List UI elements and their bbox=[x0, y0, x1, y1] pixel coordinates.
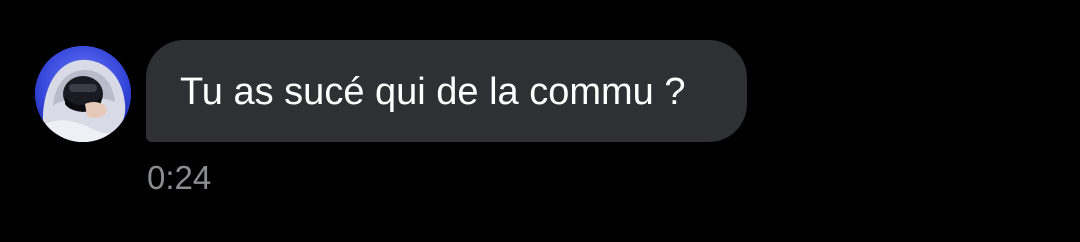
chat-message-row: Tu as sucé qui de la commu ? 0:24 bbox=[0, 0, 1080, 242]
message-bubble[interactable]: Tu as sucé qui de la commu ? bbox=[146, 40, 747, 142]
avatar[interactable] bbox=[35, 46, 131, 142]
message-text: Tu as sucé qui de la commu ? bbox=[180, 71, 686, 113]
user-avatar-icon bbox=[35, 46, 131, 142]
message-timestamp: 0:24 bbox=[147, 159, 212, 196]
